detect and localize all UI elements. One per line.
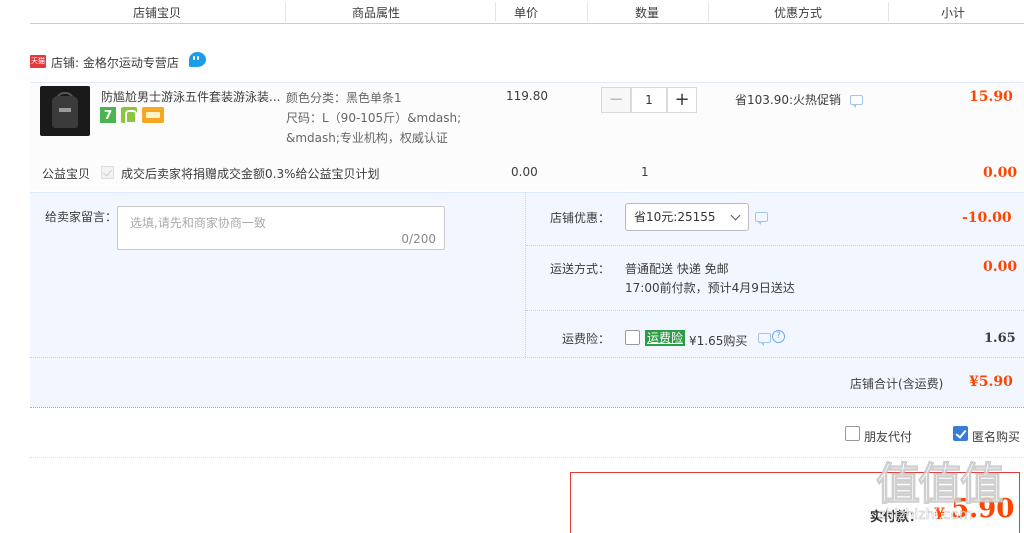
insurance-label: 运费险： <box>562 332 611 346</box>
shipping-label: 运送方式： <box>550 262 611 276</box>
charity-qty: 1 <box>641 165 649 179</box>
watermark-url: zhizhizhi.com <box>878 507 973 524</box>
item-attr-size-2: &mdash;专业机构，权威认证 <box>286 131 448 145</box>
panel-divider <box>526 310 1024 311</box>
panel-divider <box>30 357 1024 358</box>
header-discount: 优惠方式 <box>774 6 823 20</box>
charity-subtotal: 0.00 <box>983 165 1018 181</box>
coupon-amount: -10.00 <box>962 210 1012 226</box>
shipping-amount: 0.00 <box>983 259 1018 275</box>
charity-label: 公益宝贝 <box>42 167 91 181</box>
panel-divider <box>525 192 526 357</box>
charity-description: 成交后卖家将捐赠成交金额0.3%给公益宝贝计划 <box>121 167 380 181</box>
tmall-badge: 天猫 <box>30 55 46 68</box>
anonymous-checkbox[interactable] <box>953 426 968 441</box>
table-header: 店铺宝贝 商品属性 单价 数量 优惠方式 小计 <box>30 0 1024 24</box>
bag-shape <box>52 96 78 128</box>
header-separator <box>285 2 286 22</box>
insurance-checkbox[interactable] <box>625 330 640 345</box>
memo-textarea[interactable]: 选填,请先和商家协商一致 0/200 <box>117 206 445 250</box>
anonymous-label[interactable]: 匿名购买 <box>972 428 1020 445</box>
header-separator <box>495 2 496 22</box>
bag-logo-shape <box>59 108 71 112</box>
header-item: 店铺宝贝 <box>133 6 182 20</box>
header-separator <box>708 2 709 22</box>
wangwang-chat-icon[interactable] <box>189 52 206 67</box>
friend-pay-checkbox[interactable] <box>845 426 860 441</box>
credit-card-icon[interactable] <box>142 107 164 123</box>
discount-info-icon[interactable] <box>850 95 863 108</box>
header-attr: 商品属性 <box>352 6 401 20</box>
header-qty: 数量 <box>635 6 660 20</box>
shipping-eta: 17:00前付款，预计4月9日送达 <box>625 281 795 295</box>
item-unit-price: 119.80 <box>506 89 548 103</box>
chevron-down-icon <box>730 210 741 221</box>
memo-label: 给卖家留言： <box>45 210 118 224</box>
panel-divider <box>526 245 1024 246</box>
coupon-selected-value: 省10元:25155 <box>634 210 716 224</box>
header-separator <box>888 2 889 22</box>
qty-increase-button[interactable]: + <box>667 87 697 113</box>
watermark-logo: 值值值 <box>876 459 1005 511</box>
item-subtotal: 15.90 <box>969 89 1013 105</box>
shop-total-amount: ¥5.90 <box>969 374 1013 390</box>
charity-checkbox <box>101 166 114 179</box>
item-attr-color: 颜色分类：黑色单条1 <box>286 91 402 105</box>
coupon-select[interactable]: 省10元:25155 <box>625 203 749 231</box>
item-title-link[interactable]: 防尴尬男士游泳五件套装游泳装... <box>101 88 280 105</box>
item-discount: 省103.90:火热促销 <box>735 93 842 107</box>
memo-placeholder: 选填,请先和商家协商一致 <box>130 216 266 230</box>
seven-day-return-icon[interactable]: 7 <box>100 107 116 123</box>
qty-input[interactable]: 1 <box>631 87 667 113</box>
insurance-tag[interactable]: 运费险 <box>645 330 686 346</box>
item-attr-size-1: 尺码：L（90-105斤）&mdash; <box>286 111 462 125</box>
shipping-method: 普通配送 快递 免邮 <box>625 262 729 276</box>
guarantee-icon[interactable] <box>121 107 137 124</box>
memo-char-count: 0/200 <box>401 232 436 246</box>
insurance-price: ¥1.65购买 <box>689 334 748 348</box>
charity-price: 0.00 <box>511 165 538 179</box>
header-separator <box>587 2 588 22</box>
item-thumbnail[interactable] <box>40 86 90 136</box>
shop-name-link[interactable]: 店铺: 金格尔运动专营店 <box>51 54 179 71</box>
friend-pay-label[interactable]: 朋友代付 <box>864 428 912 445</box>
insurance-amount: 1.65 <box>984 331 1016 346</box>
help-icon[interactable]: ? <box>772 330 785 343</box>
coupon-info-icon[interactable] <box>755 212 768 225</box>
insurance-info-icon[interactable] <box>758 333 771 346</box>
coupon-label: 店铺优惠： <box>550 211 611 225</box>
divider <box>30 457 1024 458</box>
qty-decrease-button[interactable]: − <box>601 87 631 113</box>
shop-total-label: 店铺合计(含运费) <box>850 377 944 391</box>
header-subtotal: 小计 <box>941 6 966 20</box>
header-price: 单价 <box>514 6 539 20</box>
